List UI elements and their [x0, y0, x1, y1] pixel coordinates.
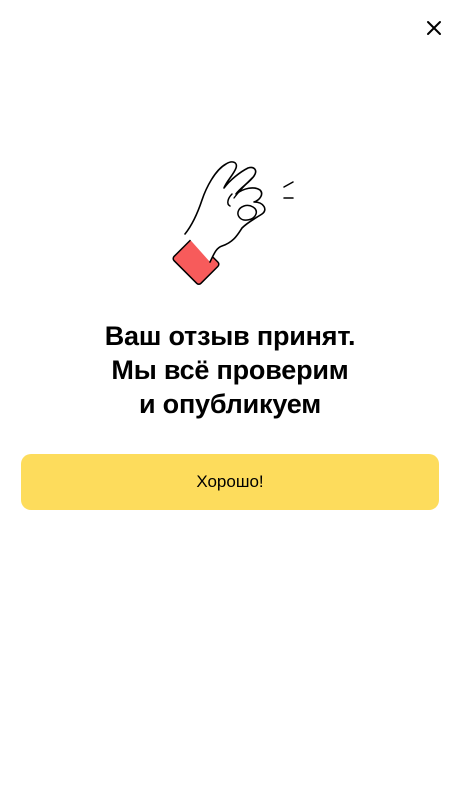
- ok-button[interactable]: Хорошо!: [21, 454, 439, 510]
- close-button[interactable]: [420, 14, 448, 42]
- title-line-2: Мы всё проверим: [111, 355, 349, 385]
- confirmation-title: Ваш отзыв принят. Мы всё проверим и опуб…: [0, 319, 460, 421]
- close-icon: [427, 21, 441, 35]
- review-accepted-screen: Ваш отзыв принят. Мы всё проверим и опуб…: [0, 0, 460, 812]
- title-line-1: Ваш отзыв принят.: [104, 321, 356, 351]
- ok-hand-gesture-icon: [172, 161, 294, 285]
- title-line-3: и опубликуем: [138, 389, 322, 419]
